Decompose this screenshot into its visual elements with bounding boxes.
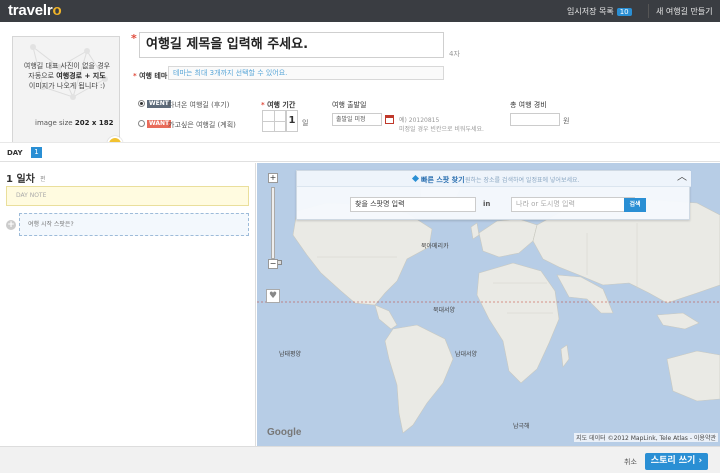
land-europe xyxy=(478,218,538,258)
zoom-slider-track[interactable] xyxy=(271,187,282,265)
title-input[interactable]: 여행길 제목을 입력해 주세요. xyxy=(139,32,444,58)
departure-hint-example: 예) 20120815 xyxy=(399,117,440,124)
land-south-america xyxy=(384,324,454,434)
cover-hint-line1: 여행길 대표 사진이 없을 경우 xyxy=(23,62,111,70)
map-label-north-america: 북아메리카 xyxy=(421,243,449,250)
google-logo: Google xyxy=(267,427,302,438)
day-itinerary-panel: 1 일차 편 DAY NOTE + 여행 시작 스팟은? xyxy=(0,163,256,446)
add-start-spot[interactable]: 여행 시작 스팟은? xyxy=(19,213,249,236)
went-label: 다녀온 여행길 (후기) xyxy=(168,101,230,109)
cover-hint-line2-bold: 여행경로 + 지도 xyxy=(56,72,106,80)
cover-hint-line2-pre: 자동으로 xyxy=(28,72,57,80)
write-story-button[interactable]: 스토리 쓰기 › xyxy=(645,453,708,470)
theme-input[interactable]: 테마는 최대 3개까지 선택할 수 있어요. xyxy=(168,66,444,80)
spot-name-input[interactable]: 찾을 스팟명 입력 xyxy=(350,197,476,212)
cancel-link[interactable]: 취소 xyxy=(624,457,637,467)
heart-icon[interactable]: ♥ xyxy=(266,289,280,303)
write-story-label: 스토리 쓰기 xyxy=(650,456,696,466)
zoom-in-button[interactable]: + xyxy=(268,173,278,183)
nav-divider xyxy=(648,4,649,18)
went-radio[interactable] xyxy=(138,100,145,107)
spot-search-button[interactable]: 검색 xyxy=(624,198,646,212)
cover-placeholder-graphic xyxy=(30,44,108,100)
top-nav-bar: travelro 임시저장 목록 10 새 여행길 만들기 xyxy=(0,0,720,22)
title-char-count: 4자 xyxy=(449,50,460,58)
cost-input[interactable] xyxy=(510,113,560,126)
spot-in-label: in xyxy=(483,200,491,208)
day-tab-1[interactable]: 1 xyxy=(31,147,42,158)
duration-label: * 여행 기간 xyxy=(261,101,296,109)
map-label-north-atlantic: 북대서양 xyxy=(433,307,456,314)
want-radio[interactable] xyxy=(138,120,145,127)
temp-saved-label: 임시저장 목록 xyxy=(567,7,614,16)
land-central-america xyxy=(374,304,398,330)
map-zoom-control: + − xyxy=(268,173,282,293)
cover-image-upload[interactable]: 여행길 대표 사진이 없을 경우 자동으로 여행경로 + 지도 이미지가 나오게… xyxy=(12,36,120,150)
duration-value[interactable]: 1 xyxy=(286,110,298,132)
cover-hint-text: 여행길 대표 사진이 없을 경우 자동으로 여행경로 + 지도 이미지가 나오게… xyxy=(13,61,121,91)
map-label-south-pacific: 남태평양 xyxy=(279,351,302,358)
departure-input[interactable]: 출발일 미정 xyxy=(332,113,382,126)
day-tab-bar: DAY 1 xyxy=(0,142,720,162)
theme-label: * 여행 테마 xyxy=(133,72,168,80)
departure-hint-empty: 미정일 경우 빈칸으로 비워두세요. xyxy=(399,126,484,133)
calendar-icon[interactable] xyxy=(385,115,394,124)
cover-image-size: image size 202 x 182 xyxy=(35,119,113,127)
story-form: 여행길 대표 사진이 없을 경우 자동으로 여행경로 + 지도 이미지가 나오게… xyxy=(0,22,720,152)
add-spot-icon[interactable]: + xyxy=(6,220,16,230)
day-title: 1 일차 xyxy=(6,174,35,185)
quick-spot-title: 빠른 스팟 찾기 xyxy=(421,176,465,184)
day-label: DAY xyxy=(7,149,23,157)
land-uk xyxy=(470,222,480,240)
land-australia xyxy=(666,350,720,402)
cover-hint-line3: 이미지가 나오게 됩니다 :) xyxy=(28,82,106,90)
temp-saved-count-badge: 10 xyxy=(616,8,632,16)
map-attribution[interactable]: 지도 데이터 ©2012 MapLink, Tele Atlas - 이용약관 xyxy=(574,433,718,442)
departure-label: 여행 출발일 xyxy=(332,101,367,109)
map-label-southern-ocean: 남극해 xyxy=(513,423,530,430)
zoom-out-button[interactable]: − xyxy=(268,259,278,269)
day-edit-icon[interactable]: 편 xyxy=(40,174,46,183)
chevron-right-icon: › xyxy=(698,456,703,466)
map-label-south-atlantic: 남대서양 xyxy=(455,351,478,358)
want-label: 가고싶은 여행길 (계획) xyxy=(168,121,236,129)
quick-spot-header: 빠른 스팟 찾기 원하는 장소를 검색하여 일정표에 넣어보세요. ︿ xyxy=(297,171,691,187)
land-africa xyxy=(476,262,560,384)
cover-size-label: image size xyxy=(35,119,73,127)
cover-size-value: 202 x 182 xyxy=(74,119,114,127)
footer-bar: 취소 스토리 쓰기 › xyxy=(0,446,720,473)
cover-hint-line2: 자동으로 여행경로 + 지도 xyxy=(13,71,121,81)
required-star-title: * xyxy=(131,32,137,45)
spot-city-input[interactable]: 나라 or 도시명 입력 xyxy=(511,197,635,212)
duration-unit: 일 xyxy=(302,119,309,127)
cost-unit: 원 xyxy=(563,117,570,125)
quick-spot-subtitle: 원하는 장소를 검색하여 일정표에 넣어보세요. xyxy=(465,177,580,184)
duration-stepper[interactable] xyxy=(262,110,286,132)
day-note-input[interactable]: DAY NOTE xyxy=(6,186,249,206)
travelro-logo[interactable]: travelro xyxy=(8,2,62,19)
cost-label: 총 여행 경비 xyxy=(510,101,547,109)
chevron-up-icon[interactable]: ︿ xyxy=(677,173,687,183)
quick-spot-search-panel: 빠른 스팟 찾기 원하는 장소를 검색하여 일정표에 넣어보세요. ︿ 찾을 스… xyxy=(296,170,691,220)
diamond-icon xyxy=(411,174,420,183)
land-indonesia xyxy=(656,312,700,330)
temp-saved-list-link[interactable]: 임시저장 목록 10 xyxy=(567,6,632,17)
land-madagascar xyxy=(560,344,570,368)
new-story-link[interactable]: 새 여행길 만들기 xyxy=(656,6,713,17)
